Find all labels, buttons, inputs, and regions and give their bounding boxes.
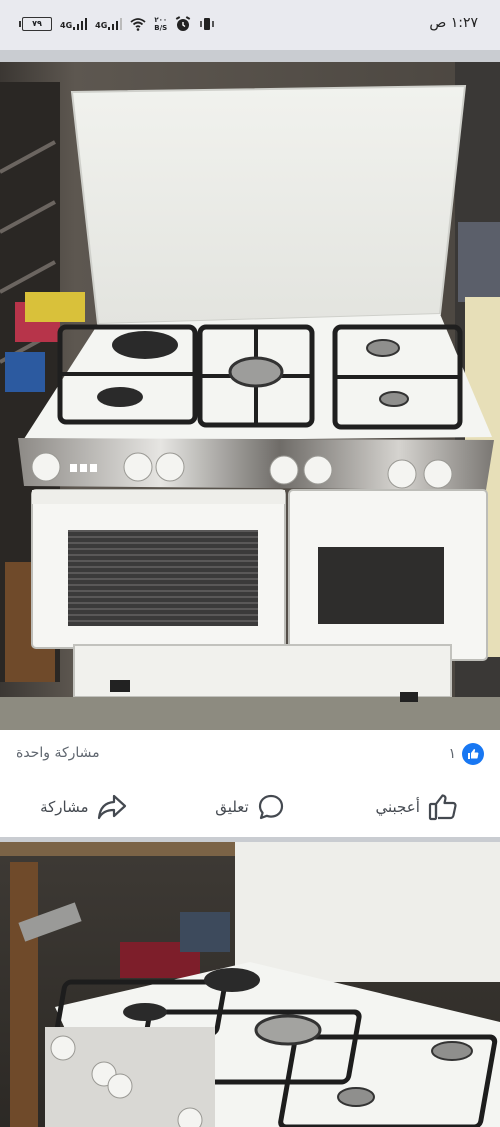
network-type-1: 4G [60, 21, 73, 30]
shares-count[interactable]: مشاركة واحدة [16, 745, 100, 761]
signal-icon-1: 4G [60, 18, 88, 30]
comment-label: تعليق [215, 798, 249, 816]
post-actions: مشاركة تعليق أعجبني [0, 780, 500, 834]
status-bar: ٧٩ 4G 4G ٢٠٠ B/S ١:٢٧ ص [0, 0, 500, 50]
signal-icon-2: 4G [95, 18, 123, 30]
like-button[interactable]: أعجبني [333, 780, 500, 834]
comment-icon [258, 794, 283, 820]
post-photo-stove-2[interactable] [0, 842, 500, 1127]
post-photo-stove[interactable] [0, 62, 500, 730]
divider [0, 50, 500, 62]
battery-level: ٧٩ [32, 19, 42, 28]
share-icon [97, 794, 126, 820]
status-time: ١:٢٧ ص [429, 15, 478, 31]
speed-value: ٢٠٠ [154, 16, 168, 24]
share-label: مشاركة [40, 798, 89, 816]
comment-button[interactable]: تعليق [167, 780, 334, 834]
reaction-count: ١ [448, 746, 456, 762]
vibrate-icon [200, 18, 214, 30]
post-stats: مشاركة واحدة ١ [0, 736, 500, 772]
speed-unit: B/S [154, 24, 168, 32]
wifi-icon [130, 18, 146, 31]
reactions-summary[interactable]: ١ [448, 743, 484, 765]
data-speed: ٢٠٠ B/S [154, 16, 167, 32]
battery-icon: ٧٩ [19, 17, 52, 31]
like-reaction-icon [462, 743, 484, 765]
alarm-icon [175, 16, 191, 31]
thumbs-up-icon [428, 794, 457, 821]
status-icons: ٧٩ 4G 4G ٢٠٠ B/S [19, 12, 215, 36]
like-label: أعجبني [375, 798, 420, 816]
network-type-2: 4G [95, 21, 108, 30]
share-button[interactable]: مشاركة [0, 780, 167, 834]
